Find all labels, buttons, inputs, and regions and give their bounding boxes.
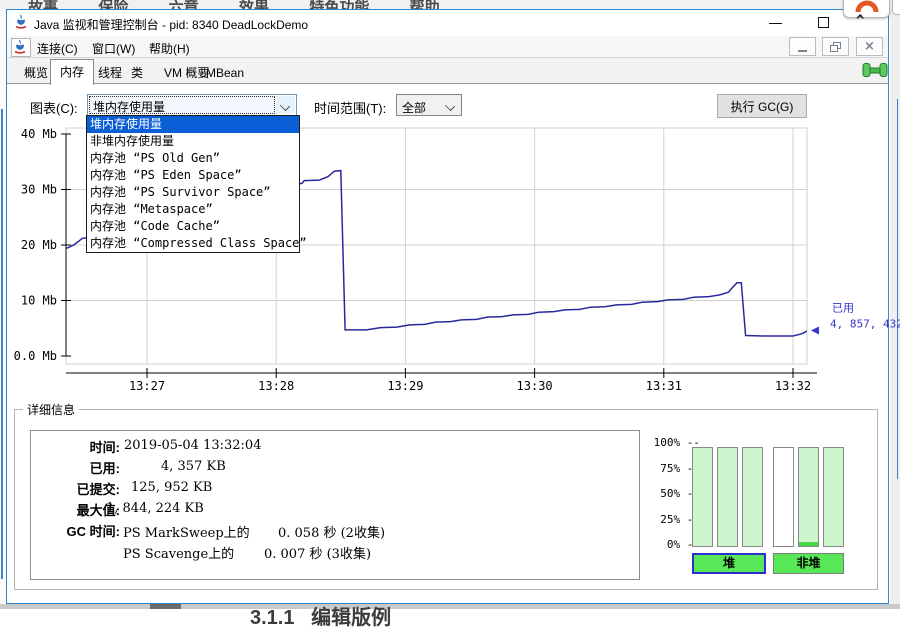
svg-text:20 Mb: 20 Mb [21, 238, 57, 252]
dropdown-option-5[interactable]: 内存池 “Metaspace” [87, 201, 299, 218]
svg-text:40 Mb: 40 Mb [21, 127, 57, 141]
svg-text:13:29: 13:29 [387, 379, 423, 393]
svg-text:13:30: 13:30 [517, 379, 553, 393]
svg-text:30 Mb: 30 Mb [21, 183, 57, 197]
dropdown-option-7[interactable]: 内存池 “Compressed Class Space” [87, 235, 299, 252]
svg-text:13:31: 13:31 [646, 379, 682, 393]
svg-text:13:27: 13:27 [129, 379, 165, 393]
floating-overlay-button[interactable] [843, 0, 890, 18]
floating-overlay-button[interactable] [892, 0, 900, 15]
svg-text:0.0 Mb: 0.0 Mb [14, 349, 57, 363]
chart-type-dropdown: 堆内存使用量非堆内存使用量内存池 “PS Old Gen”内存池 “PS Ede… [86, 115, 300, 253]
svg-text:13:28: 13:28 [258, 379, 294, 393]
orange-logo-icon [844, 0, 889, 17]
svg-text:4, 857, 432: 4, 857, 432 [830, 317, 900, 330]
dropdown-option-3[interactable]: 内存池 “PS Eden Space” [87, 167, 299, 184]
svg-text:已用: 已用 [832, 301, 854, 314]
dropdown-option-0[interactable]: 堆内存使用量 [87, 116, 299, 133]
dropdown-option-6[interactable]: 内存池 “Code Cache” [87, 218, 299, 235]
dropdown-option-4[interactable]: 内存池 “PS Survivor Space” [87, 184, 299, 201]
svg-text:10 Mb: 10 Mb [21, 294, 57, 308]
heap-memory-usage-chart[interactable]: 40 Mb 30 Mb 20 Mb 10 Mb 0.0 Mb 13:27 13:28 13:2… [0, 0, 900, 609]
svg-text:13:32: 13:32 [775, 379, 811, 393]
dropdown-option-1[interactable]: 非堆内存使用量 [87, 133, 299, 150]
dropdown-option-2[interactable]: 内存池 “PS Old Gen” [87, 150, 299, 167]
caret-up-icon: ^ [856, 13, 864, 29]
